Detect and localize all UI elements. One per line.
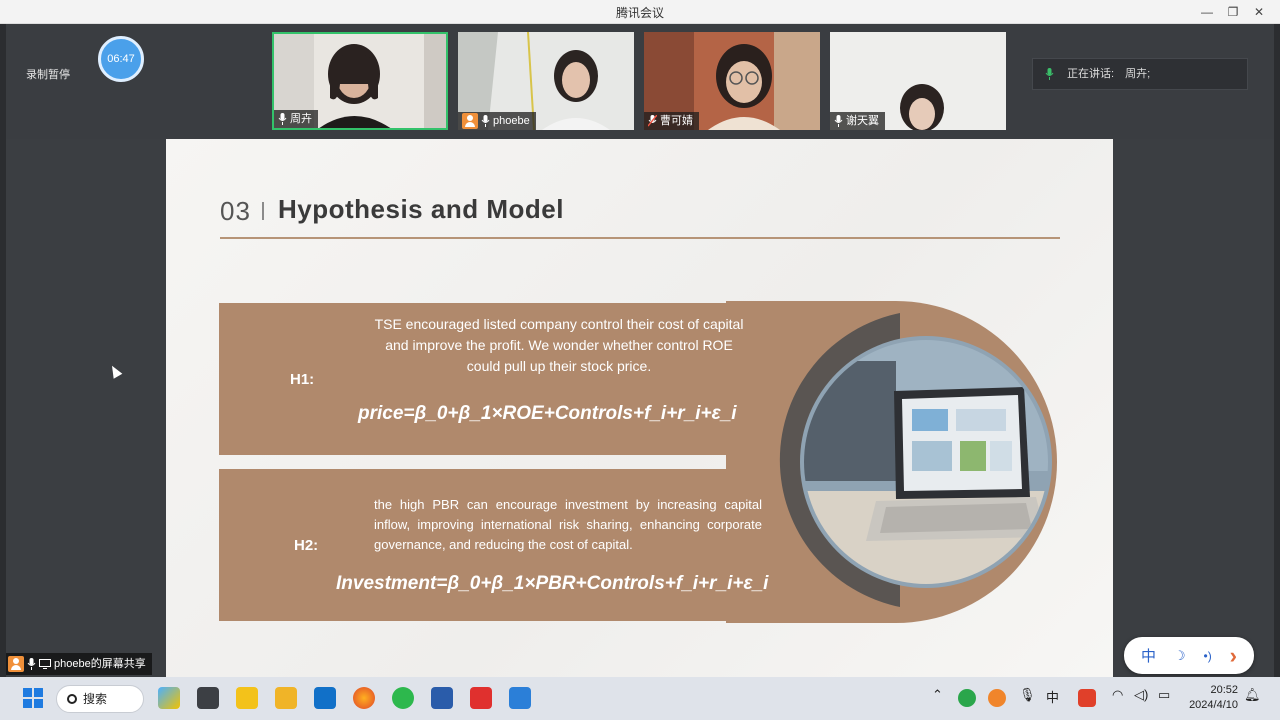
screen-share-tag[interactable]: phoebe的屏幕共享: [6, 653, 152, 675]
window-titlebar: 腾讯会议 — ❐ ✕: [0, 0, 1280, 24]
minimize-button[interactable]: —: [1194, 2, 1220, 22]
clock-time: 20:52: [1210, 684, 1238, 696]
sogou-icon[interactable]: [1078, 689, 1096, 707]
participant-namebar: 曹可婧: [644, 112, 699, 130]
meeting-header: 录制暂停 06:47 周卉 phoebe 曹可婧 谢天翼 正在讲话: 周卉;: [6, 24, 1274, 139]
wifi-icon[interactable]: ◠: [1112, 687, 1123, 703]
youdao-icon[interactable]: [470, 687, 492, 709]
widgets-icon[interactable]: [158, 687, 180, 709]
mic-icon: [1045, 68, 1054, 80]
participant-name: 周卉: [290, 113, 312, 125]
volume-icon[interactable]: ◁): [1134, 687, 1148, 703]
ime-mode-toggle[interactable]: 中: [1141, 645, 1156, 666]
speaking-label: 正在讲话:: [1067, 68, 1115, 80]
taskbar-search[interactable]: 搜索: [56, 685, 144, 713]
outlook-icon[interactable]: [314, 687, 336, 709]
chevron-right-icon[interactable]: ›: [1230, 643, 1237, 669]
tencent-meeting-icon[interactable]: [509, 687, 531, 709]
slide-title: Hypothesis and Model: [278, 194, 564, 224]
windows-taskbar: 搜索 ⌃ 🎙 中 ◠ ◁) ▭ 20:52 2024/4/10 🔔︎: [0, 677, 1280, 720]
close-button[interactable]: ✕: [1246, 2, 1272, 22]
input-language-indicator[interactable]: 中: [1046, 687, 1059, 706]
sticky-notes-icon[interactable]: [236, 687, 258, 709]
ime-toolbar[interactable]: 中 ☽ •) ›: [1124, 637, 1254, 674]
windows-start-icon[interactable]: [22, 687, 44, 709]
participant-tile[interactable]: 曹可婧: [644, 32, 820, 130]
clock-date: 2024/4/10: [1189, 699, 1238, 711]
record-status-label: 录制暂停: [26, 69, 70, 81]
mic-icon: [834, 115, 843, 127]
mic-muted-icon: [648, 115, 657, 127]
h2-formula: Investment=β_0+β_1×PBR+Controls+f_i+r_i+…: [336, 573, 769, 594]
user-avatar-icon: [462, 113, 478, 129]
participant-tile[interactable]: 谢天翼: [830, 32, 1006, 130]
system-clock[interactable]: 20:52 2024/4/10: [1182, 683, 1238, 713]
moon-icon[interactable]: ☽: [1174, 648, 1186, 664]
speaking-indicator: 正在讲话: 周卉;: [1032, 58, 1248, 90]
participant-namebar: phoebe: [458, 112, 536, 130]
slide-number: 03: [220, 196, 251, 226]
participant-tile[interactable]: 周卉: [272, 32, 448, 130]
wechat-icon[interactable]: [392, 687, 414, 709]
recording-timer[interactable]: 06:47: [98, 36, 144, 82]
participant-namebar: 周卉: [274, 110, 318, 128]
shared-screen-area: 03 Hypothesis and Model H1: TSE encourag…: [6, 139, 1274, 677]
firefox-icon[interactable]: [353, 687, 375, 709]
h1-label: H1:: [290, 371, 315, 388]
microphone-icon[interactable]: 🎙: [1019, 687, 1036, 703]
mic-icon: [27, 658, 36, 670]
search-icon: [67, 694, 77, 704]
mouse-cursor: [107, 363, 123, 379]
user-avatar-icon: [8, 656, 24, 672]
h1-formula: price=β_0+β_1×ROE+Controls+f_i+r_i+ε_i: [358, 403, 737, 424]
window-title: 腾讯会议: [615, 6, 664, 20]
participant-name: phoebe: [493, 115, 530, 127]
h2-label: H2:: [294, 537, 319, 554]
word-icon[interactable]: [431, 687, 453, 709]
sync-icon[interactable]: [988, 689, 1006, 707]
participant-namebar: 谢天翼: [830, 112, 885, 130]
participant-name: 谢天翼: [846, 115, 879, 127]
speaking-name: 周卉;: [1125, 68, 1151, 80]
screen-share-icon: [39, 659, 51, 669]
search-label: 搜索: [83, 692, 108, 706]
mic-icon: [481, 115, 490, 127]
tray-app-icon[interactable]: [958, 689, 976, 707]
chevron-up-icon[interactable]: ⌃: [932, 687, 943, 703]
participant-name: 曹可婧: [660, 115, 693, 127]
file-explorer-icon[interactable]: [275, 687, 297, 709]
battery-icon[interactable]: ▭: [1158, 687, 1170, 703]
title-separator: [262, 202, 264, 220]
notification-bell-icon[interactable]: 🔔︎: [1244, 687, 1261, 703]
participant-tile[interactable]: phoebe: [458, 32, 634, 130]
punctuation-icon[interactable]: •): [1204, 649, 1212, 663]
laptop-photo-graphic: [726, 301, 1057, 623]
title-rule: [220, 237, 1060, 239]
h2-text: the high PBR can encourage investment by…: [374, 497, 762, 552]
share-label: phoebe的屏幕共享: [54, 658, 146, 670]
task-view-icon[interactable]: [197, 687, 219, 709]
restore-button[interactable]: ❐: [1220, 2, 1246, 22]
mic-icon: [278, 113, 287, 125]
presentation-slide: 03 Hypothesis and Model H1: TSE encourag…: [166, 139, 1113, 677]
h1-text: TSE encouraged listed company control th…: [374, 316, 744, 374]
